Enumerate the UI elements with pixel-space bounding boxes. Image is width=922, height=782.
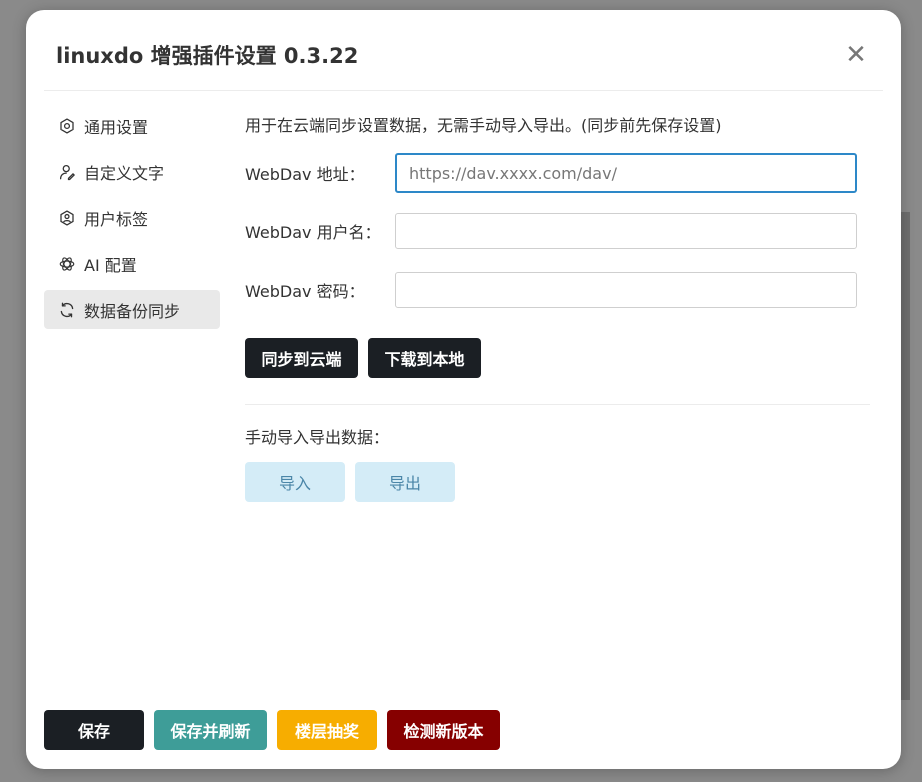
webdav-password-label: WebDav 密码：	[245, 282, 365, 301]
sidebar-item-ai-config[interactable]: AI 配置	[44, 244, 220, 283]
webdav-url-input[interactable]	[395, 153, 857, 193]
sidebar-item-custom-text[interactable]: 自定义文字	[44, 152, 220, 191]
webdav-username-label: WebDav 用户名：	[245, 223, 381, 242]
webdav-url-label: WebDav 地址：	[245, 165, 365, 184]
sidebar-item-general[interactable]: 通用设置	[44, 106, 220, 145]
content-divider	[245, 404, 870, 405]
save-and-refresh-button[interactable]: 保存并刷新	[154, 710, 267, 750]
webdav-username-row: WebDav 用户名：	[245, 213, 857, 249]
sidebar-item-user-tags[interactable]: 用户标签	[44, 198, 220, 237]
sidebar-item-label: 用户标签	[84, 209, 149, 229]
close-icon[interactable]: ✕	[841, 40, 871, 70]
ai-icon	[59, 256, 75, 271]
user-tag-icon	[60, 209, 74, 226]
sync-to-cloud-button[interactable]: 同步到云端	[245, 338, 358, 378]
sidebar-item-label: AI 配置	[84, 255, 137, 275]
export-button[interactable]: 导出	[355, 462, 455, 502]
sync-settings-panel: 用于在云端同步设置数据，无需手动导入导出。(同步前先保存设置) WebDav 地…	[245, 106, 870, 502]
sidebar-item-label: 自定义文字	[84, 163, 165, 183]
floor-lottery-button[interactable]: 楼层抽奖	[277, 710, 377, 750]
sidebar-item-label: 通用设置	[84, 117, 149, 137]
import-button[interactable]: 导入	[245, 462, 345, 502]
sidebar-item-label: 数据备份同步	[84, 301, 181, 321]
webdav-password-row: WebDav 密码：	[245, 272, 857, 308]
check-update-button[interactable]: 检测新版本	[387, 710, 500, 750]
download-to-local-button[interactable]: 下载到本地	[368, 338, 481, 378]
gear-icon	[60, 117, 74, 134]
settings-modal: linuxdo 增强插件设置 0.3.22 ✕ 通用设置 自定义文字 用户标签 …	[26, 10, 901, 769]
webdav-password-input[interactable]	[395, 272, 857, 308]
webdav-url-row: WebDav 地址：	[245, 153, 857, 193]
sync-icon	[60, 302, 74, 317]
user-edit-icon	[59, 164, 76, 180]
header-divider	[44, 90, 883, 91]
sidebar: 通用设置 自定义文字 用户标签 AI 配置 数据备份同步	[44, 106, 220, 336]
sync-description: 用于在云端同步设置数据，无需手动导入导出。(同步前先保存设置)	[245, 116, 722, 135]
modal-title: linuxdo 增强插件设置 0.3.22	[56, 44, 359, 68]
sidebar-item-backup-sync[interactable]: 数据备份同步	[44, 290, 220, 329]
webdav-username-input[interactable]	[395, 213, 857, 249]
manual-import-export-label: 手动导入导出数据：	[245, 428, 390, 447]
save-button[interactable]: 保存	[44, 710, 144, 750]
